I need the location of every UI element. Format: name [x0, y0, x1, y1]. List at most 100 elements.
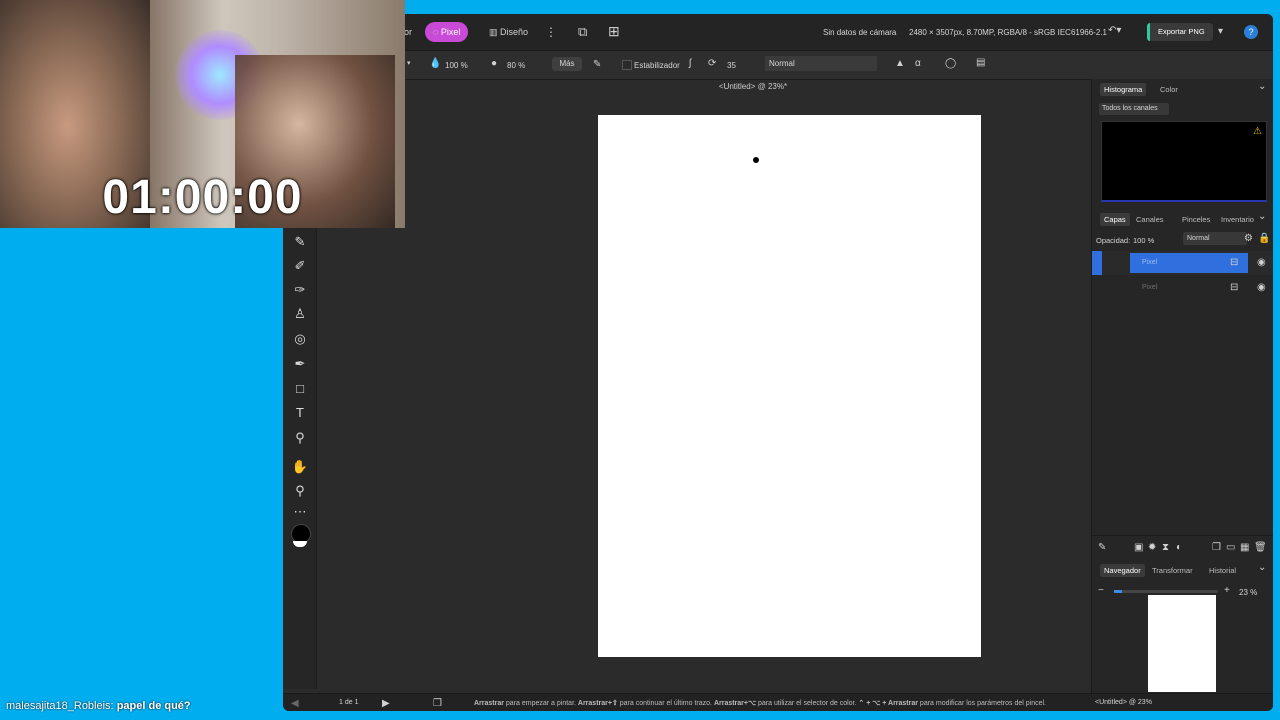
layer-mask-icon[interactable]: ⊟ [1230, 282, 1238, 293]
tab-layers[interactable]: Capas [1100, 213, 1130, 226]
design-label: Diseño [500, 27, 529, 37]
zoom-out-icon[interactable]: − [1098, 585, 1104, 596]
zoom-in-icon[interactable]: + [1224, 585, 1230, 596]
dodge-tool-icon[interactable]: ✑ [290, 280, 310, 300]
document-canvas[interactable] [598, 115, 981, 657]
duplicate-icon[interactable]: ❐ [1212, 542, 1221, 553]
edit-icon[interactable]: ✎ [1098, 542, 1106, 553]
stabilizer-checkbox[interactable] [622, 60, 632, 70]
blend-mode-select[interactable]: Normal [765, 56, 877, 71]
persona-tab-partial[interactable]: or [404, 27, 412, 37]
layer-mask-icon[interactable]: ⊟ [1230, 257, 1238, 268]
hint-part: Arrastrar+⌥ [713, 700, 757, 707]
more-button[interactable]: Más [552, 57, 582, 71]
smudge-tool-icon[interactable]: ✐ [290, 256, 310, 276]
group-icon[interactable]: ▭ [1226, 542, 1235, 553]
hint-part: para utilizar el selector de color. [756, 700, 859, 707]
navigator-thumbnail[interactable] [1148, 595, 1216, 692]
layer-name: Pixel [1142, 284, 1158, 291]
tab-navigator[interactable]: Navegador [1100, 564, 1145, 577]
healing-tool-icon[interactable]: ◎ [290, 329, 310, 349]
play-icon[interactable]: ▶ [382, 698, 390, 709]
chat-message: malesajita18_Robleis: papel de qué? [6, 700, 191, 712]
tab-color[interactable]: Color [1156, 83, 1182, 96]
export-png-button[interactable]: Exportar PNG [1147, 23, 1213, 41]
stabilizer-label: Estabilizador [634, 61, 680, 70]
more-label: Más [559, 59, 575, 68]
grid-icon[interactable]: ⊞ [608, 23, 620, 40]
layer-opacity-value[interactable]: 100 % [1133, 236, 1154, 245]
more-tools-icon[interactable]: ⋯ [290, 502, 310, 522]
export-dropdown-icon[interactable]: ▾ [1218, 26, 1223, 37]
hint-part: Arrastrar [474, 700, 504, 707]
text-tool-icon[interactable]: T [290, 403, 310, 423]
eyedropper-tool-icon[interactable]: ⚲ [290, 428, 310, 448]
more-vertical-icon[interactable]: ⋮ [545, 25, 557, 39]
collapse-icon[interactable]: ⌄ [1258, 562, 1266, 573]
chat-username: malesajita18_Robleis: [6, 700, 114, 712]
clone-stamp-tool-icon[interactable]: ♙ [290, 304, 310, 324]
brush-cursor [753, 157, 759, 163]
snapping-icon[interactable]: ⧉ [578, 24, 587, 40]
adjustment-icon[interactable]: ⧗ [1162, 542, 1169, 553]
visibility-eye-icon[interactable]: ◉ [1257, 257, 1266, 268]
rope-mode-icon[interactable]: ʃ [689, 58, 691, 69]
layer-blend-select[interactable]: Normal [1183, 232, 1247, 245]
settings-icon[interactable]: ⚙ [1244, 233, 1253, 244]
grid-icon[interactable]: ▦ [1240, 542, 1249, 553]
pen-tool-icon[interactable]: ✒ [290, 354, 310, 374]
tab-brushes[interactable]: Pinceles [1178, 213, 1214, 226]
collapse-icon[interactable]: ⌄ [1258, 81, 1266, 92]
blend-mode-value: Normal [769, 59, 795, 68]
undo-icon[interactable]: ↶▾ [1108, 25, 1121, 36]
flow-icon: ● [491, 58, 498, 69]
channels-select[interactable]: Todos los canales [1099, 103, 1169, 115]
tab-histogram[interactable]: Histograma [1100, 83, 1147, 96]
chevron-down-icon[interactable]: ▾ [407, 59, 411, 67]
window-mode-icon[interactable]: ⟳ [708, 58, 716, 69]
secondary-color-swatch[interactable] [293, 541, 307, 547]
hint-text: Arrastrar para empezar a pintar. Arrastr… [474, 699, 1046, 707]
layer-blend-value: Normal [1187, 235, 1210, 242]
lock-icon[interactable]: 🔒 [1258, 233, 1270, 244]
brush-options-icon[interactable]: ▤ [976, 57, 985, 68]
live-filter-icon[interactable]: ◐ [1176, 542, 1182, 553]
zoom-slider[interactable] [1114, 590, 1218, 593]
zoom-tool-icon[interactable]: ⚲ [290, 481, 310, 501]
alpha-icon[interactable]: α [915, 58, 921, 69]
page-indicator: 1 de 1 [339, 699, 359, 706]
pressure-icon[interactable]: ◯ [945, 58, 956, 69]
zoom-value[interactable]: 23 % [1239, 588, 1257, 597]
layer-row[interactable]: Pixel ⊟ ◉ [1092, 251, 1273, 275]
opacity-label: Opacidad: [1096, 236, 1131, 245]
help-icon[interactable]: ? [1244, 25, 1258, 39]
copy-icon[interactable]: ❐ [433, 698, 442, 709]
trash-icon[interactable]: 🗑 [1254, 542, 1267, 553]
zoom-slider-fill [1114, 590, 1122, 593]
layer-row[interactable]: Pixel ⊟ ◉ [1092, 276, 1273, 300]
tab-channels[interactable]: Canales [1132, 213, 1168, 226]
brush-flow-value[interactable]: 80 % [507, 61, 525, 70]
wet-edges-icon[interactable]: ▲ [895, 58, 905, 69]
design-persona-button[interactable]: ▥ Diseño [481, 22, 536, 42]
brush-settings-icon[interactable]: ✎ [593, 59, 601, 70]
histogram-graph: ⚠ [1101, 121, 1267, 202]
fx-icon[interactable]: ✹ [1148, 542, 1156, 553]
pixel-persona-button[interactable]: ◌ Pixel [425, 22, 469, 42]
mask-icon[interactable]: ▣ [1134, 542, 1143, 553]
tab-history[interactable]: Historial [1205, 564, 1240, 577]
hint-part: ⌃ + ⌥ + Arrastrar [858, 700, 918, 707]
tab-transform[interactable]: Transformar [1148, 564, 1197, 577]
paint-brush-tool-icon[interactable]: ✎ [290, 232, 310, 252]
rectangle-tool-icon[interactable]: □ [290, 379, 310, 399]
collapse-icon[interactable]: ⌄ [1258, 211, 1266, 222]
brush-opacity-value[interactable]: 100 % [445, 61, 468, 70]
top-toolbar: or ◌ Pixel ▥ Diseño ⋮ ⧉ ⊞ Sin datos de c… [283, 14, 1273, 51]
visibility-eye-icon[interactable]: ◉ [1257, 282, 1266, 293]
previous-icon[interactable]: ◀ [291, 698, 299, 709]
stabilizer-value[interactable]: 35 [727, 61, 736, 70]
right-panels: Histograma Color ⌄ Todos los canales ⚠ C… [1091, 79, 1273, 711]
tab-stock[interactable]: Inventario [1217, 213, 1258, 226]
hand-tool-icon[interactable]: ✋ [290, 457, 310, 477]
context-toolbar: ▾ 💧 100 % ● 80 % Más ✎ Estabilizador ʃ ⟳… [283, 51, 1273, 80]
